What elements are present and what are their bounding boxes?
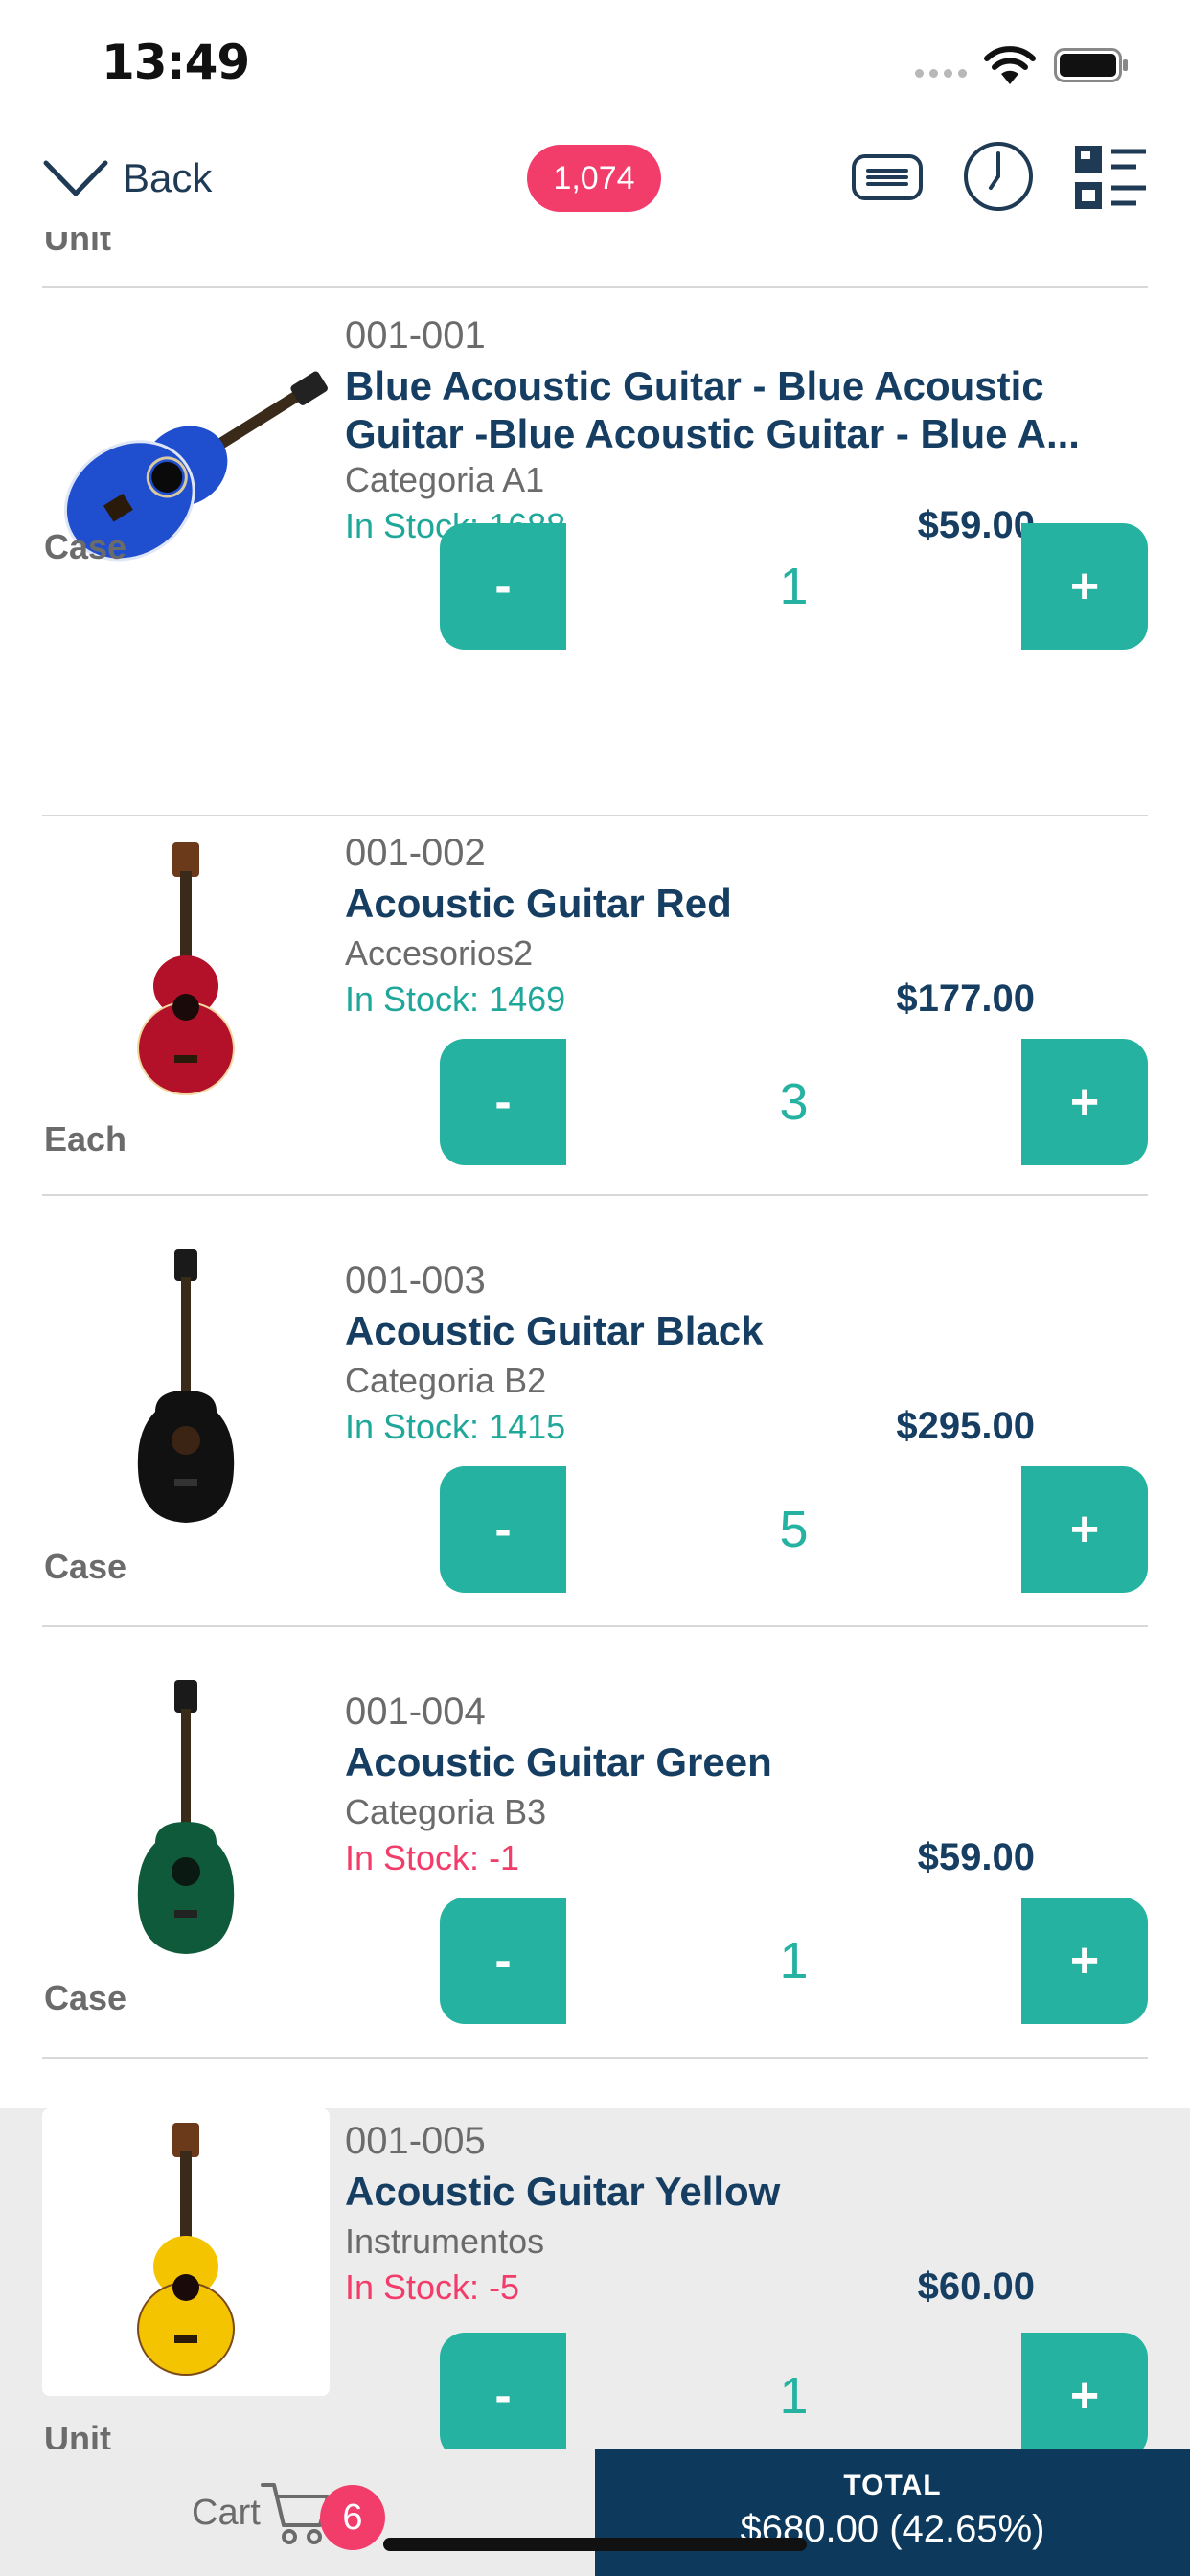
- item-price: $177.00: [896, 978, 1035, 1020]
- back-label: Back: [123, 155, 213, 200]
- quantity-value[interactable]: 1: [566, 523, 1021, 650]
- guitar-image: [42, 2108, 330, 2396]
- increment-button[interactable]: +: [1021, 1466, 1148, 1593]
- item-stock: In Stock: 1469: [345, 979, 566, 1019]
- item-sku: 001-003: [345, 1259, 486, 1301]
- item-stock: In Stock: -1: [345, 1838, 520, 1877]
- status-bar: 13:49: [0, 0, 1190, 125]
- item-unit: Case: [44, 1978, 127, 2017]
- quantity-value[interactable]: 5: [566, 1466, 1021, 1593]
- list-item[interactable]: 001-001 Blue Acoustic Guitar - Blue Acou…: [0, 288, 1190, 661]
- item-price: $295.00: [896, 1405, 1035, 1447]
- item-unit: Each: [44, 1119, 127, 1159]
- guitar-icon: [137, 1249, 235, 1523]
- item-name[interactable]: Acoustic Guitar Yellow: [345, 2168, 1111, 2216]
- status-time: 13:49: [102, 34, 250, 90]
- item-category: Categoria A1: [345, 460, 545, 499]
- decrement-button[interactable]: -: [440, 523, 566, 650]
- guitar-icon: [137, 2123, 235, 2376]
- item-stock: In Stock: -5: [345, 2267, 520, 2307]
- battery-icon: [1054, 48, 1128, 82]
- signal-icon: [915, 69, 967, 78]
- total-summary[interactable]: TOTAL $680.00 (42.65%): [595, 2449, 1190, 2576]
- item-price: $60.00: [917, 2266, 1035, 2308]
- list-item[interactable]: 001-004 Acoustic Guitar Green Categoria …: [0, 1627, 1190, 2058]
- guitar-image: [42, 828, 330, 1116]
- guitar-image: [42, 1675, 330, 1963]
- item-category: Accesorios2: [345, 933, 534, 973]
- item-name[interactable]: Acoustic Guitar Red: [345, 880, 1111, 928]
- home-indicator: [383, 2538, 807, 2551]
- wifi-icon: [984, 46, 1036, 84]
- quantity-value[interactable]: 1: [566, 2333, 1021, 2449]
- item-category: Categoria B2: [345, 1361, 547, 1400]
- grid-view-icon[interactable]: [1073, 142, 1148, 215]
- guitar-icon: [137, 842, 235, 1095]
- chevron-down-icon: [43, 160, 108, 196]
- quantity-value[interactable]: 1: [566, 1898, 1021, 2024]
- clock-icon[interactable]: [962, 140, 1035, 213]
- item-price: $59.00: [917, 1836, 1035, 1878]
- item-category: Categoria B3: [345, 1792, 547, 1831]
- bottom-bar: Cart 6 TOTAL $680.00 (42.65%): [0, 2449, 1190, 2576]
- item-sku: 001-005: [345, 2120, 486, 2162]
- item-unit: Case: [44, 1547, 127, 1586]
- increment-button[interactable]: +: [1021, 2333, 1148, 2449]
- total-label: TOTAL: [843, 2470, 942, 2501]
- unit-label: Unit: [44, 232, 111, 258]
- divider: [42, 2057, 1148, 2058]
- item-name[interactable]: Acoustic Guitar Black: [345, 1307, 1111, 1355]
- item-sku: 001-001: [345, 314, 486, 356]
- item-unit: Case: [44, 527, 127, 566]
- quantity-value[interactable]: 3: [566, 1039, 1021, 1165]
- cart-count-badge: 6: [320, 2485, 385, 2550]
- item-sku: 001-004: [345, 1690, 486, 1733]
- item-stock: In Stock: 1415: [345, 1407, 566, 1446]
- increment-button[interactable]: +: [1021, 1039, 1148, 1165]
- item-sku: 001-002: [345, 832, 486, 874]
- count-badge: 1,074: [527, 145, 661, 212]
- message-icon[interactable]: [851, 153, 924, 201]
- decrement-button[interactable]: -: [440, 1466, 566, 1593]
- item-name[interactable]: Blue Acoustic Guitar - Blue Acoustic Gui…: [345, 362, 1111, 458]
- guitar-image: [42, 1244, 330, 1531]
- increment-button[interactable]: +: [1021, 1898, 1148, 2024]
- list-item[interactable]: 001-003 Acoustic Guitar Black Categoria …: [0, 1196, 1190, 1627]
- decrement-button[interactable]: -: [440, 1039, 566, 1165]
- guitar-icon: [137, 1680, 235, 1954]
- item-category: Instrumentos: [345, 2221, 545, 2261]
- list-item-selected[interactable]: 001-005 Acoustic Guitar Yellow Instrumen…: [0, 2108, 1190, 2449]
- decrement-button[interactable]: -: [440, 1898, 566, 2024]
- item-unit: Unit: [44, 2419, 111, 2449]
- cart-button[interactable]: Cart 6: [0, 2449, 595, 2576]
- cart-label: Cart: [192, 2493, 261, 2533]
- product-list[interactable]: Unit 001-001 Blue Acoustic Guitar - Blue…: [0, 232, 1190, 2449]
- increment-button[interactable]: +: [1021, 523, 1148, 650]
- list-item[interactable]: 001-002 Acoustic Guitar Red Accesorios2 …: [0, 816, 1190, 1196]
- nav-bar: Back 1,074: [0, 125, 1190, 232]
- back-button[interactable]: Back: [42, 150, 212, 207]
- item-name[interactable]: Acoustic Guitar Green: [345, 1738, 1111, 1786]
- decrement-button[interactable]: -: [440, 2333, 566, 2449]
